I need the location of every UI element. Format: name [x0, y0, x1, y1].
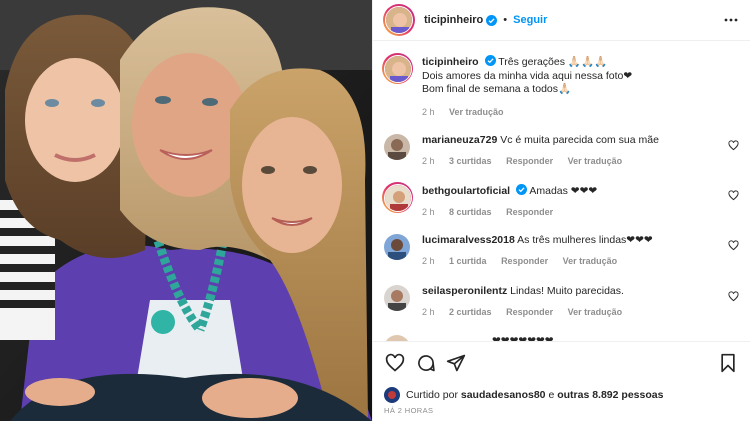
comment-like-heart-icon[interactable]: [728, 291, 739, 302]
author-story-ring[interactable]: [383, 4, 415, 36]
reply-button[interactable]: Responder: [506, 207, 553, 217]
post-photo[interactable]: [0, 0, 372, 421]
comment-meta: 2 h 8 curtidas Responder: [422, 206, 721, 220]
share-icon[interactable]: [446, 353, 466, 373]
comment-body: lucimaralvess2018 As três mulheres linda…: [422, 234, 721, 268]
reply-button[interactable]: Responder: [506, 156, 553, 166]
comment-body: bethgoulartoficial Amadas ❤❤❤ 2 h 8 curt…: [422, 184, 721, 219]
caption-time: 2 h: [422, 106, 435, 117]
comment-time: 2 h: [422, 206, 435, 217]
comment-time: 2 h: [422, 155, 435, 166]
post-header: ticipinheiro • Seguir: [373, 0, 750, 41]
comment-likes[interactable]: 2 curtidas: [449, 307, 492, 317]
comment-text: Lindas! Muito parecidas.: [510, 285, 624, 297]
comment-username[interactable]: bethgoulartoficial: [422, 185, 510, 197]
follow-button[interactable]: Seguir: [513, 14, 547, 26]
comment-meta: 2 h 2 curtidas Responder Ver tradução: [422, 306, 721, 320]
liked-conj: e: [548, 389, 555, 401]
caption-avatar[interactable]: [383, 54, 412, 83]
comment-likes[interactable]: 8 curtidas: [449, 207, 492, 217]
comment-like-heart-icon[interactable]: [728, 240, 739, 251]
comment-text: As três mulheres lindas❤❤❤: [517, 234, 653, 246]
likes-count[interactable]: outras 8.892 pessoas: [557, 389, 663, 401]
verified-badge-icon: [486, 14, 498, 26]
caption-meta: 2 h Ver tradução: [422, 106, 739, 120]
caption-line-1: Três gerações 🙏🏻🙏🏻🙏🏻: [498, 56, 608, 68]
translate-link[interactable]: Ver tradução: [563, 256, 618, 266]
author-username[interactable]: ticipinheiro: [424, 14, 483, 26]
caption-line-2: Dois amores da minha vida aqui nessa fot…: [422, 69, 633, 82]
comment-like-heart-icon[interactable]: [728, 190, 739, 201]
author-avatar[interactable]: [385, 6, 413, 34]
comment-like-heart-icon[interactable]: [728, 140, 739, 151]
separator-dot: •: [503, 14, 508, 26]
comment-body: marianeuza729 Vc é muita parecida com su…: [422, 134, 721, 168]
comment-username[interactable]: seilasperonilentz: [422, 285, 507, 297]
bookmark-icon[interactable]: [718, 353, 738, 373]
commenter-avatar[interactable]: [384, 134, 410, 160]
commenter-avatar[interactable]: [384, 234, 410, 260]
comment-time: 2 h: [422, 306, 435, 317]
caption-username[interactable]: ticipinheiro: [422, 56, 479, 68]
comment-time: 2 h: [422, 255, 435, 266]
comments-list[interactable]: ticipinheiro Três gerações 🙏🏻🙏🏻🙏🏻 Dois a…: [373, 42, 750, 341]
more-options-icon[interactable]: [724, 13, 738, 27]
comment-username[interactable]: lucimaralvess2018: [422, 234, 515, 246]
comment-body: seilasperonilentz Lindas! Muito parecida…: [422, 285, 721, 319]
liked-by: Curtido por saudadesanos80 e outras 8.89…: [384, 387, 663, 403]
comment-likes[interactable]: 3 curtidas: [449, 156, 492, 166]
liker-username[interactable]: saudadesanos80: [461, 389, 546, 401]
commenter-avatar[interactable]: [383, 183, 412, 212]
comment-text: Vc é muita parecida com sua mãe: [500, 134, 659, 146]
comment-likes[interactable]: 1 curtida: [449, 256, 487, 266]
liked-prefix: Curtido por: [406, 389, 458, 401]
comment-meta: 2 h 3 curtidas Responder Ver tradução: [422, 155, 721, 169]
verified-badge-icon: [516, 184, 528, 195]
reply-button[interactable]: Responder: [506, 307, 553, 317]
selfie-photo: [0, 0, 372, 421]
instagram-post-modal: ticipinheiro • Seguir ticipinheiro Três …: [0, 0, 750, 421]
comment-text: Amadas ❤❤❤: [529, 185, 598, 197]
caption-body: ticipinheiro Três gerações 🙏🏻🙏🏻🙏🏻 Dois a…: [422, 55, 739, 119]
caption-line-3: Bom final de semana a todos🙏🏻: [422, 83, 572, 95]
commenter-story-ring[interactable]: [382, 182, 413, 213]
comment-icon[interactable]: [416, 353, 436, 373]
post-sidebar: ticipinheiro • Seguir ticipinheiro Três …: [372, 0, 750, 421]
verified-badge-icon: [484, 55, 496, 66]
caption-story-ring[interactable]: [382, 53, 413, 84]
reply-button[interactable]: Responder: [501, 256, 548, 266]
commenter-avatar[interactable]: [384, 285, 410, 311]
post-timestamp[interactable]: HÁ 2 HORAS: [384, 406, 433, 415]
liker-avatar[interactable]: [384, 387, 400, 403]
post-actions: Curtido por saudadesanos80 e outras 8.89…: [373, 341, 750, 421]
caption-translate-link[interactable]: Ver tradução: [449, 107, 504, 117]
translate-link[interactable]: Ver tradução: [568, 307, 623, 317]
translate-link[interactable]: Ver tradução: [568, 156, 623, 166]
comment-username[interactable]: marianeuza729: [422, 134, 497, 146]
heart-icon[interactable]: [385, 353, 405, 373]
comment-meta: 2 h 1 curtida Responder Ver tradução: [422, 255, 721, 269]
